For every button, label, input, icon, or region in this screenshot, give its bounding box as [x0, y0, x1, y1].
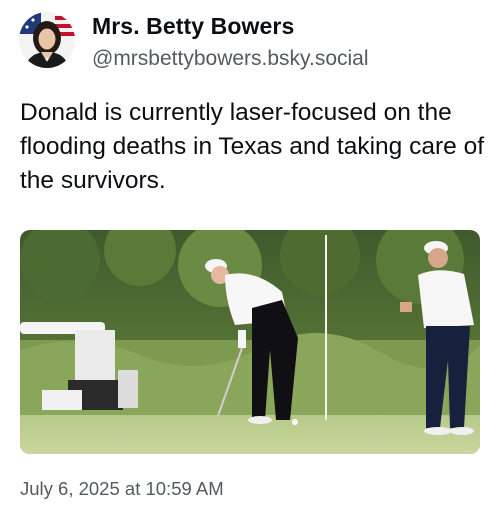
author-display-name[interactable]: Mrs. Betty Bowers	[92, 13, 294, 40]
golf-course-photo-icon	[20, 230, 480, 454]
post-text: Donald is currently laser-focused on the…	[20, 99, 485, 194]
post-card: Mrs. Betty Bowers @mrsbettybowers.bsky.s…	[0, 0, 500, 511]
post-image[interactable]	[20, 230, 480, 454]
post-timestamp[interactable]: July 6, 2025 at 10:59 AM	[20, 478, 224, 500]
author-avatar[interactable]	[19, 12, 75, 68]
profile-photo-avatar-icon	[19, 12, 75, 68]
author-handle[interactable]: @mrsbettybowers.bsky.social	[92, 47, 369, 71]
